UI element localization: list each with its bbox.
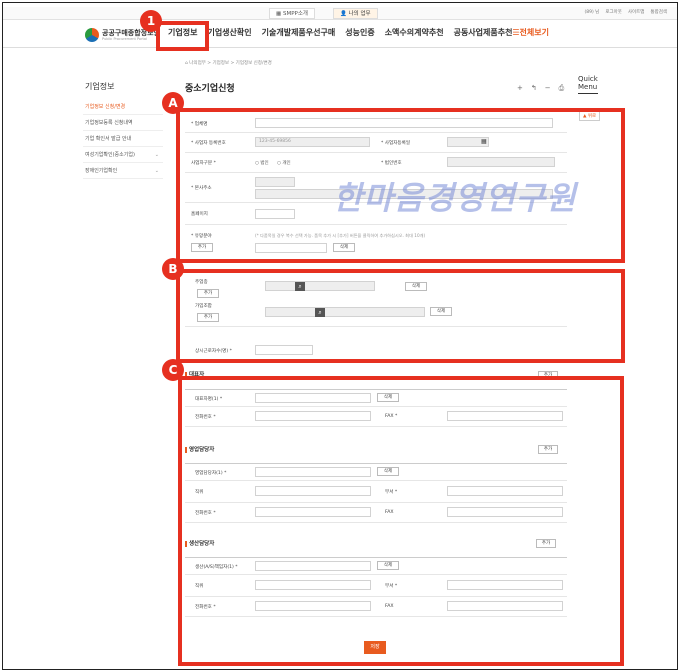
my-work-tab[interactable]: 👤 나의 업무 bbox=[333, 8, 378, 19]
annotation-box-b bbox=[176, 269, 625, 363]
print-icon[interactable]: ⎙ bbox=[559, 84, 565, 93]
zoom-out-icon[interactable]: − bbox=[545, 84, 551, 93]
page-tools: + ↰ − ⎙ bbox=[517, 84, 564, 93]
top-utility-bar: ▦ SMPP소개 👤 나의 업무 (89) 님 로그아웃 사이트맵 통합검색 bbox=[3, 7, 677, 20]
annotation-badge-b: B bbox=[162, 258, 184, 280]
gnb-small-contract[interactable]: 소액수의계약추천 bbox=[380, 25, 449, 40]
sidebar: 기업정보 신청/변경 기업정보등록 신청내역 기업 확인서 발급 안내 여성기업… bbox=[83, 99, 163, 179]
logout-link[interactable]: 로그아웃 bbox=[605, 9, 622, 15]
search-link[interactable]: 통합검색 bbox=[650, 9, 667, 15]
sidebar-item-women[interactable]: 여성기업확인(중소기업) ⌄ bbox=[83, 147, 163, 163]
breadcrumb: ⌂ 나의업무 > 기업정보 > 기업정보 신청/변경 bbox=[185, 61, 272, 66]
gnb-joint-project[interactable]: 공동사업제품추천 bbox=[449, 25, 518, 40]
reset-icon[interactable]: ↰ bbox=[531, 84, 537, 93]
sitemap-link[interactable]: 사이트맵 bbox=[628, 9, 645, 15]
user-greeting: (89) 님 bbox=[584, 10, 600, 15]
annotation-badge-a: A bbox=[162, 92, 184, 114]
home-icon: ▦ bbox=[276, 11, 283, 17]
chevron-down-icon: ⌄ bbox=[154, 152, 159, 158]
annotation-badge-1: 1 bbox=[140, 10, 162, 32]
gnb-production-check[interactable]: 기업생산확인 bbox=[202, 25, 256, 40]
sidebar-item-certificate[interactable]: 기업 확인서 발급 안내 bbox=[83, 131, 163, 147]
sidebar-item-disabled[interactable]: 장애인기업확인 ⌄ bbox=[83, 163, 163, 179]
sidebar-item-history[interactable]: 기업정보등록 신청내역 bbox=[83, 115, 163, 131]
quick-menu[interactable]: Quick Menu bbox=[578, 75, 598, 94]
smpp-intro-tab[interactable]: ▦ SMPP소개 bbox=[269, 8, 315, 19]
annotation-badge-c: C bbox=[162, 359, 184, 381]
all-menu-button[interactable]: ☰전체보기 bbox=[512, 27, 549, 38]
sidebar-item-apply[interactable]: 기업정보 신청/변경 bbox=[83, 99, 163, 115]
zoom-in-icon[interactable]: + bbox=[517, 84, 523, 93]
gnb-tech-priority[interactable]: 기술개발제품우선구매 bbox=[257, 25, 341, 40]
screenshot-frame: ▦ SMPP소개 👤 나의 업무 (89) 님 로그아웃 사이트맵 통합검색 공… bbox=[2, 2, 678, 670]
annotation-box-1 bbox=[156, 21, 209, 51]
page-title: 중소기업신청 bbox=[185, 84, 235, 94]
menu-icon: ☰ bbox=[512, 28, 520, 37]
annotation-box-c bbox=[178, 376, 624, 666]
utility-links: (89) 님 로그아웃 사이트맵 통합검색 bbox=[585, 9, 668, 15]
user-icon: 👤 bbox=[340, 11, 349, 17]
global-nav: 기업정보 기업생산확인 기술개발제품우선구매 성능인증 소액수의계약추천 공동사… bbox=[163, 25, 517, 40]
nav-divider bbox=[3, 47, 677, 48]
logo-icon bbox=[85, 28, 99, 42]
annotation-box-a bbox=[176, 108, 625, 263]
gnb-performance-cert[interactable]: 성능인증 bbox=[340, 25, 379, 40]
chevron-down-icon: ⌄ bbox=[154, 168, 159, 174]
sidebar-title: 기업정보 bbox=[85, 82, 115, 91]
